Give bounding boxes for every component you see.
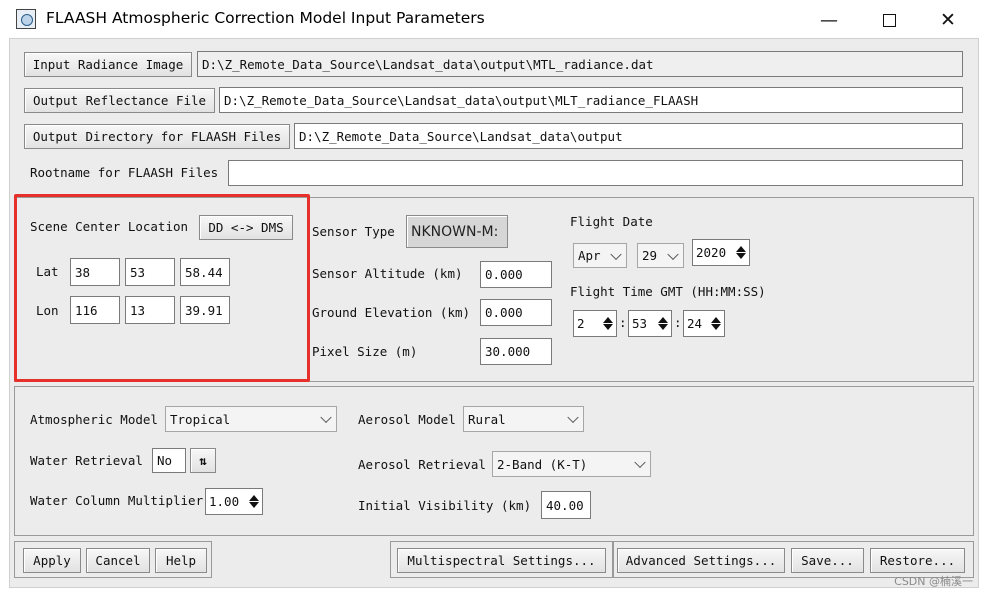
atmospheric-model-select[interactable]: Tropical	[165, 406, 337, 432]
watermark-text: CSDN @楠溪一	[894, 575, 973, 588]
pixel-size-field[interactable]: 30.000	[480, 338, 552, 365]
output-directory-button[interactable]: Output Directory for FLAASH Files	[24, 124, 290, 149]
save-button[interactable]: Save...	[791, 548, 864, 573]
swap-arrows-icon: ⇅	[199, 453, 207, 468]
aerosol-model-label: Aerosol Model	[358, 412, 456, 427]
chevron-down-icon	[667, 248, 679, 260]
time-separator: :	[619, 315, 627, 330]
sensor-type-label: Sensor Type	[312, 224, 395, 239]
output-reflectance-button[interactable]: Output Reflectance File	[24, 88, 215, 113]
initial-visibility-field[interactable]: 40.00	[541, 491, 591, 519]
atmospheric-model-label: Atmospheric Model	[30, 412, 158, 427]
output-directory-field[interactable]: D:\Z_Remote_Data_Source\Landsat_data\out…	[294, 123, 963, 149]
window-title: FLAASH Atmospheric Correction Model Inpu…	[46, 9, 485, 27]
aerosol-model-select[interactable]: Rural	[463, 406, 584, 432]
input-radiance-field[interactable]: D:\Z_Remote_Data_Source\Landsat_data\out…	[197, 51, 963, 77]
minute-value: 53	[632, 316, 648, 331]
close-button[interactable]: ✕	[925, 6, 971, 34]
spinner-arrows-icon[interactable]	[710, 313, 722, 334]
sensor-altitude-label: Sensor Altitude (km)	[312, 266, 463, 281]
close-icon: ✕	[940, 9, 956, 31]
highlight-annotation-box	[14, 194, 310, 382]
spinner-arrows-icon[interactable]	[602, 313, 614, 334]
sensor-altitude-field[interactable]: 0.000	[480, 261, 552, 288]
flight-month-select[interactable]: Apr	[573, 243, 627, 268]
advanced-settings-button[interactable]: Advanced Settings...	[617, 548, 785, 573]
spinner-arrows-icon[interactable]	[657, 313, 669, 334]
chevron-down-icon	[567, 411, 579, 424]
flight-date-label: Flight Date	[570, 214, 653, 229]
minimize-button[interactable]: —	[806, 6, 852, 34]
title-bar: FLAASH Atmospheric Correction Model Inpu…	[0, 0, 987, 38]
atmospheric-model-value: Tropical	[170, 411, 231, 427]
app-icon	[16, 9, 36, 29]
water-column-label: Water Column Multiplier	[30, 493, 204, 508]
help-button[interactable]: Help	[155, 548, 207, 573]
year-value: 2020	[696, 245, 727, 260]
minimize-icon: —	[820, 9, 838, 31]
rootname-field[interactable]	[228, 160, 963, 186]
apply-button[interactable]: Apply	[23, 548, 81, 573]
flight-hour-spinner[interactable]: 2	[573, 310, 617, 337]
initial-visibility-label: Initial Visibility (km)	[358, 498, 532, 513]
aerosol-model-value: Rural	[468, 411, 506, 427]
spinner-arrows-icon[interactable]	[248, 491, 260, 512]
water-retrieval-value: No	[152, 448, 186, 473]
multispectral-settings-button[interactable]: Multispectral Settings...	[397, 548, 606, 573]
chevron-down-icon	[634, 456, 646, 469]
water-column-spinner[interactable]: 1.00	[205, 488, 263, 515]
second-value: 24	[687, 316, 703, 331]
flight-day-select[interactable]: 29	[637, 243, 684, 268]
maximize-button[interactable]	[866, 6, 912, 34]
water-retrieval-toggle-button[interactable]: ⇅	[190, 448, 216, 473]
flight-second-spinner[interactable]: 24	[683, 310, 725, 337]
spinner-arrows-icon[interactable]	[735, 242, 747, 263]
time-separator: :	[674, 315, 682, 330]
ground-elevation-field[interactable]: 0.000	[480, 299, 552, 326]
water-retrieval-label: Water Retrieval	[30, 453, 143, 468]
flight-minute-spinner[interactable]: 53	[628, 310, 672, 337]
chevron-down-icon	[610, 248, 622, 260]
maximize-icon	[882, 13, 896, 27]
chevron-down-icon	[320, 411, 332, 424]
rootname-label: Rootname for FLAASH Files	[30, 165, 219, 180]
input-radiance-button[interactable]: Input Radiance Image	[24, 52, 192, 77]
water-column-value: 1.00	[209, 494, 240, 509]
flight-time-label: Flight Time GMT (HH:MM:SS)	[570, 284, 766, 299]
hour-value: 2	[577, 316, 585, 331]
day-value: 29	[642, 248, 658, 263]
cancel-button[interactable]: Cancel	[86, 548, 150, 573]
sensor-type-button[interactable]: NKNOWN-M:	[406, 215, 508, 248]
output-reflectance-field[interactable]: D:\Z_Remote_Data_Source\Landsat_data\out…	[219, 87, 963, 113]
aerosol-retrieval-label: Aerosol Retrieval	[358, 457, 486, 472]
aerosol-retrieval-select[interactable]: 2-Band (K-T)	[492, 451, 651, 477]
ground-elevation-label: Ground Elevation (km)	[312, 305, 471, 320]
pixel-size-label: Pixel Size (m)	[312, 344, 418, 359]
month-value: Apr	[578, 248, 601, 263]
aerosol-retrieval-value: 2-Band (K-T)	[497, 456, 588, 472]
flight-year-spinner[interactable]: 2020	[692, 239, 750, 266]
restore-button[interactable]: Restore...	[870, 548, 965, 573]
